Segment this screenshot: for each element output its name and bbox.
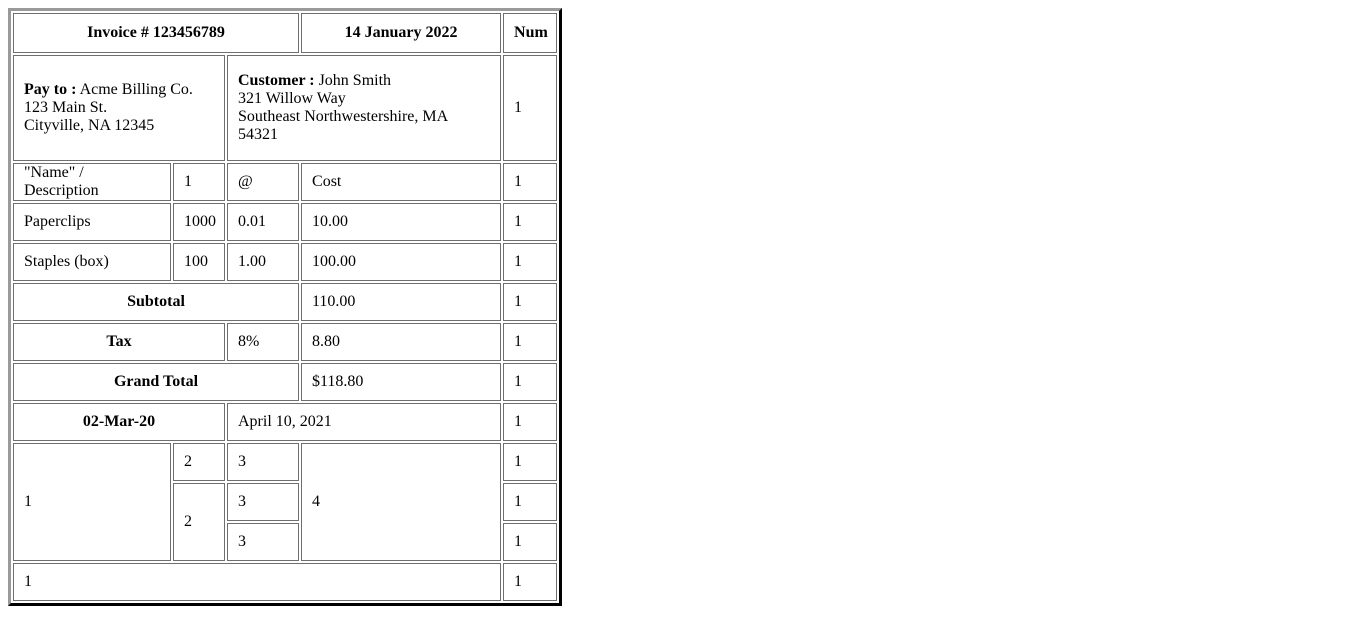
- tax-value: 8.80: [301, 323, 502, 361]
- invoice-date: 14 January 2022: [301, 13, 502, 53]
- column-description: "Name" / Description: [13, 163, 171, 201]
- tax-rate: 8%: [227, 323, 300, 361]
- column-cost: Cost: [301, 163, 502, 201]
- num-cell: 1: [503, 243, 558, 281]
- pay-to-street: 123 Main St.: [24, 99, 108, 116]
- customer-street: 321 Willow Way: [238, 90, 346, 107]
- subtotal-label: Subtotal: [13, 283, 300, 321]
- num-cell: 1: [503, 483, 558, 521]
- num-cell: 1: [503, 55, 558, 161]
- grand-total-value: $118.80: [301, 363, 502, 401]
- item-cost: 100.00: [301, 243, 502, 281]
- grid-cell-3a: 3: [227, 443, 300, 481]
- pay-to-label: Pay to :: [24, 81, 77, 98]
- grid-cell-4: 4: [301, 443, 502, 561]
- table-row: Paperclips 1000 0.01 10.00 1: [13, 203, 558, 241]
- grid-cell-3b: 3: [227, 483, 300, 521]
- table-row: Tax 8% 8.80 1: [13, 323, 558, 361]
- num-cell: 1: [503, 443, 558, 481]
- pay-to-name: Acme Billing Co.: [79, 81, 193, 98]
- num-cell: 1: [503, 403, 558, 441]
- customer-name: John Smith: [318, 72, 392, 89]
- column-at: @: [227, 163, 300, 201]
- footer-cell: 1: [13, 563, 502, 601]
- invoice-number: Invoice # 123456789: [13, 13, 300, 53]
- item-name: Staples (box): [13, 243, 171, 281]
- table-row: 1 1: [13, 563, 558, 601]
- item-price: 1.00: [227, 243, 300, 281]
- num-cell: 1: [503, 323, 558, 361]
- pay-to-cell: Pay to : Acme Billing Co. 123 Main St. C…: [13, 55, 225, 161]
- item-name: Paperclips: [13, 203, 171, 241]
- item-cost: 10.00: [301, 203, 502, 241]
- num-cell: 1: [503, 163, 558, 201]
- date-right: April 10, 2021: [227, 403, 502, 441]
- customer-city: Southeast Northwestershire, MA 54321: [238, 108, 448, 143]
- date-left: 02-Mar-20: [13, 403, 225, 441]
- table-row: Staples (box) 100 1.00 100.00 1: [13, 243, 558, 281]
- table-row: Pay to : Acme Billing Co. 123 Main St. C…: [13, 55, 558, 161]
- table-row: 02-Mar-20 April 10, 2021 1: [13, 403, 558, 441]
- item-price: 0.01: [227, 203, 300, 241]
- table-row: Grand Total $118.80 1: [13, 363, 558, 401]
- table-row: 1 2 3 4 1: [13, 443, 558, 561]
- customer-label: Customer :: [238, 72, 315, 89]
- grand-total-label: Grand Total: [13, 363, 300, 401]
- grid-cell-2b: 2: [173, 483, 225, 561]
- num-header: Num: [503, 13, 558, 53]
- grid-cell-3c: 3: [227, 523, 300, 561]
- grid-cell-2a: 2: [173, 443, 225, 481]
- table-row: Subtotal 110.00 1: [13, 283, 558, 321]
- pay-to-city: Cityville, NA 12345: [24, 117, 155, 134]
- num-cell: 1: [503, 363, 558, 401]
- item-qty: 1000: [173, 203, 225, 241]
- num-cell: 1: [503, 523, 558, 561]
- num-cell: 1: [503, 563, 558, 601]
- customer-cell: Customer : John Smith 321 Willow Way Sou…: [227, 55, 502, 161]
- num-cell: 1: [503, 283, 558, 321]
- grid-cell-1: 1: [13, 443, 171, 561]
- invoice-table: Invoice # 123456789 14 January 2022 Num …: [8, 8, 563, 606]
- tax-label: Tax: [13, 323, 225, 361]
- num-cell: 1: [503, 203, 558, 241]
- subtotal-value: 110.00: [301, 283, 502, 321]
- table-row: "Name" / Description 1 @ Cost 1: [13, 163, 558, 201]
- table-row: Invoice # 123456789 14 January 2022 Num: [13, 13, 558, 53]
- column-qty: 1: [173, 163, 225, 201]
- item-qty: 100: [173, 243, 225, 281]
